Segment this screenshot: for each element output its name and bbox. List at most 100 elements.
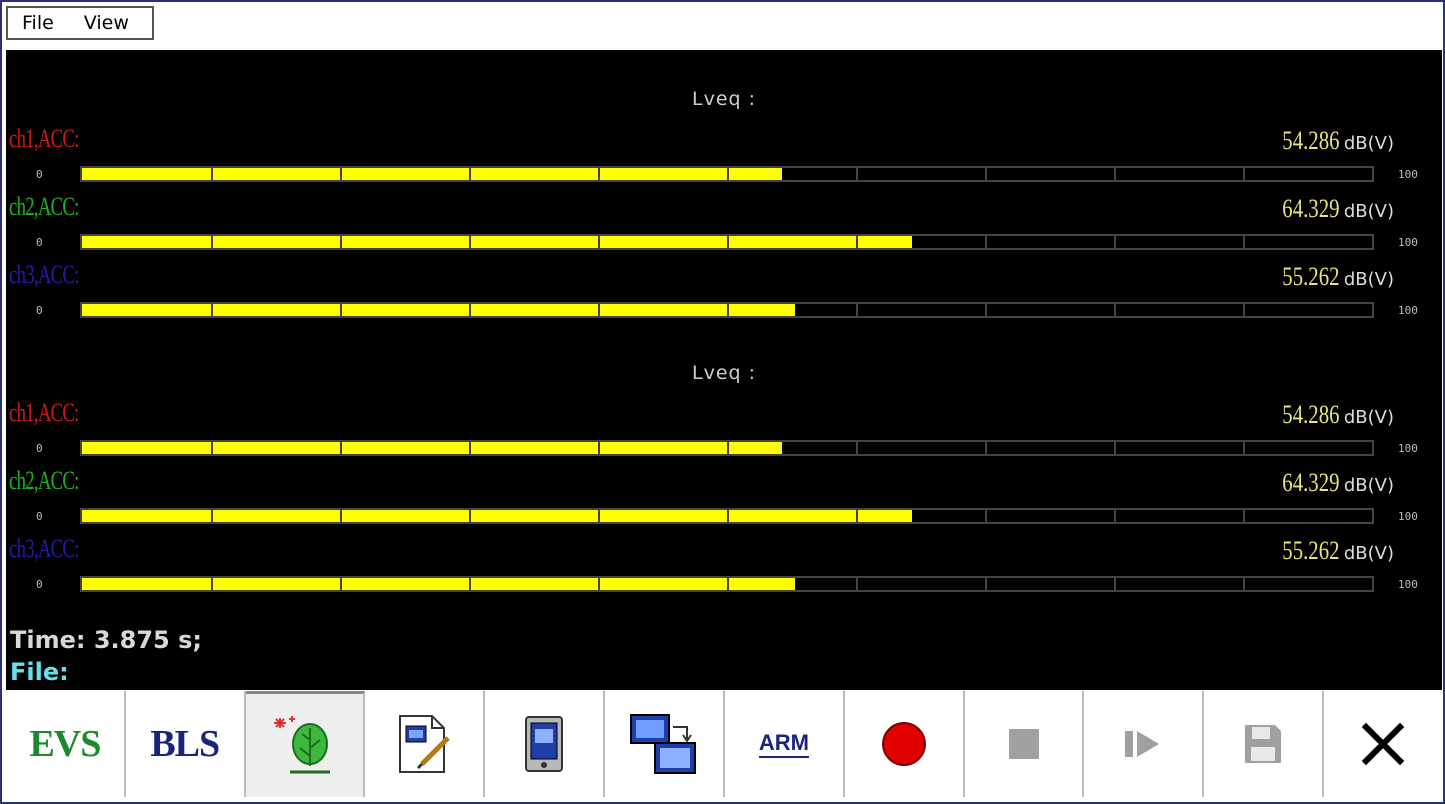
channel-value: 55.262 dB(V)	[1268, 262, 1394, 292]
level-bar-gridline	[340, 578, 342, 590]
menu-view[interactable]: View	[84, 12, 129, 34]
level-bar-gridline	[211, 578, 213, 590]
record-icon	[881, 722, 926, 766]
level-bar-fill	[82, 236, 912, 248]
stop-icon	[1008, 729, 1039, 759]
level-bar-gridline	[598, 168, 600, 180]
scale-min: 0	[36, 168, 43, 181]
channel-value-unit: dB(V)	[1343, 475, 1394, 496]
channel-value-number: 64.329	[1282, 468, 1340, 497]
level-bar	[80, 234, 1374, 250]
level-bar-fill	[82, 510, 912, 522]
level-bar-gridline	[598, 442, 600, 454]
file-status: File:	[10, 658, 69, 686]
level-bar-gridline	[469, 578, 471, 590]
scale-max: 100	[1398, 510, 1418, 523]
channel-value-number: 64.329	[1282, 194, 1340, 223]
level-bar-gridline	[727, 510, 729, 522]
channel-value-number: 54.286	[1282, 126, 1340, 155]
stop-button[interactable]	[964, 691, 1085, 797]
level-bar-gridline	[985, 442, 987, 454]
level-bar-gridline	[598, 236, 600, 248]
channel-value-number: 54.286	[1282, 400, 1340, 429]
level-bar-gridline	[469, 304, 471, 316]
channel-value-unit: dB(V)	[1343, 133, 1394, 154]
close-icon	[1361, 722, 1405, 766]
channel-label: ch3,ACC:	[9, 534, 79, 563]
play-step-icon	[1125, 731, 1160, 757]
toolbar: EVS BLS ARM	[6, 691, 1442, 799]
device-icon	[525, 716, 564, 772]
channel-value-number: 55.262	[1282, 536, 1340, 565]
level-bar-gridline	[1243, 236, 1245, 248]
channel-value: 54.286 dB(V)	[1268, 126, 1394, 156]
level-bar-gridline	[211, 304, 213, 316]
arm-label: ARM	[758, 730, 809, 758]
level-bar-gridline	[856, 168, 858, 180]
level-bar-gridline	[1114, 304, 1116, 316]
bls-label: BLS	[150, 723, 220, 765]
spectrum-tree-icon	[273, 715, 330, 773]
arm-button[interactable]: ARM	[724, 691, 845, 797]
level-bar-fill	[82, 442, 783, 454]
menu-file[interactable]: File	[22, 12, 54, 34]
channel-value: 64.329 dB(V)	[1268, 468, 1394, 498]
level-bar-gridline	[469, 442, 471, 454]
level-bar-gridline	[856, 578, 858, 590]
scale-max: 100	[1398, 236, 1418, 249]
level-bar-fill	[82, 304, 795, 316]
channel-value-unit: dB(V)	[1343, 269, 1394, 290]
level-bar-gridline	[1243, 304, 1245, 316]
level-bar-gridline	[856, 304, 858, 316]
channel-label: ch3,ACC:	[9, 260, 79, 289]
level-bar-gridline	[727, 442, 729, 454]
scale-min: 0	[36, 236, 43, 249]
play-step-button[interactable]	[1084, 691, 1205, 797]
level-bar-gridline	[1114, 578, 1116, 590]
channel-label: ch2,ACC:	[9, 466, 79, 495]
level-bar-fill	[82, 578, 795, 590]
spectrum-button[interactable]	[245, 691, 366, 797]
level-bar-gridline	[598, 578, 600, 590]
level-bar-gridline	[727, 168, 729, 180]
scale-min: 0	[36, 304, 43, 317]
level-bar-gridline	[727, 304, 729, 316]
record-button[interactable]	[844, 691, 965, 797]
bls-button[interactable]: BLS	[125, 691, 246, 797]
level-bar-gridline	[1114, 510, 1116, 522]
scale-min: 0	[36, 578, 43, 591]
save-button[interactable]	[1204, 691, 1325, 797]
level-bar-gridline	[340, 442, 342, 454]
device-button[interactable]	[485, 691, 606, 797]
level-bar-gridline	[211, 236, 213, 248]
level-bar-gridline	[727, 236, 729, 248]
level-bar	[80, 166, 1374, 182]
level-bar-gridline	[469, 168, 471, 180]
evs-button[interactable]: EVS	[6, 691, 126, 797]
level-bar-gridline	[211, 442, 213, 454]
level-bar-gridline	[856, 236, 858, 248]
level-bar-gridline	[1243, 578, 1245, 590]
level-bar	[80, 440, 1374, 456]
level-bar-gridline	[1114, 168, 1116, 180]
scale-max: 100	[1398, 578, 1418, 591]
level-bar-gridline	[985, 236, 987, 248]
level-bar-gridline	[985, 304, 987, 316]
level-bar-gridline	[856, 442, 858, 454]
level-bar-gridline	[469, 510, 471, 522]
level-bar-gridline	[1243, 168, 1245, 180]
level-bar-fill	[82, 168, 783, 180]
channel-label: ch1,ACC:	[9, 124, 79, 153]
level-bar-gridline	[727, 578, 729, 590]
level-bar-gridline	[211, 168, 213, 180]
close-button[interactable]	[1324, 691, 1442, 797]
level-bar	[80, 302, 1374, 318]
edit-document-icon	[399, 715, 451, 773]
scale-min: 0	[36, 510, 43, 523]
edit-button[interactable]	[365, 691, 486, 797]
channel-label: ch2,ACC:	[9, 192, 79, 221]
level-bar-gridline	[1243, 442, 1245, 454]
display-export-button[interactable]	[605, 691, 725, 797]
channel-value-unit: dB(V)	[1343, 407, 1394, 428]
level-bar-gridline	[1114, 442, 1116, 454]
